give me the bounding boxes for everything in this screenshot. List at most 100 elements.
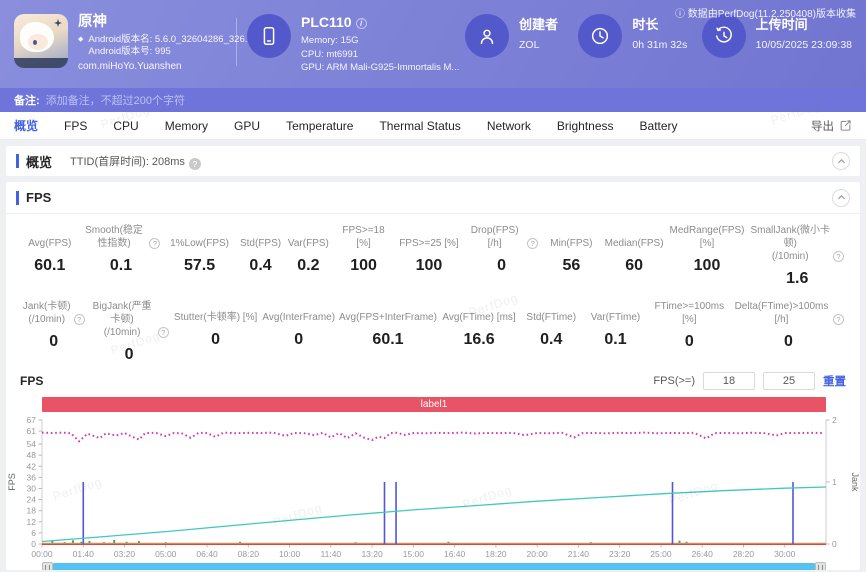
tab-gpu[interactable]: GPU (234, 119, 260, 133)
svg-text:03:20: 03:20 (114, 549, 136, 559)
scrollbar-track[interactable] (53, 563, 815, 570)
tab-概览[interactable]: 概览 (14, 117, 38, 134)
report-header: 原神 ◆ Android版本名: 5.6.0_32604286_326... A… (0, 0, 866, 88)
svg-text:FPS: FPS (7, 473, 17, 491)
svg-text:30:00: 30:00 (774, 549, 796, 559)
stat-var-ftime: Var(FTime) 0.1 (583, 300, 647, 364)
stat-std-fps: Std(FPS) 0.4 (237, 224, 285, 288)
stat-value: 16.6 (463, 331, 495, 348)
svg-text:23:20: 23:20 (609, 549, 631, 559)
stat-value: 0 (124, 346, 134, 363)
tab-battery[interactable]: Battery (640, 119, 678, 133)
svg-text:42: 42 (27, 461, 37, 471)
fps-section-title: FPS (26, 190, 52, 205)
device-info-icon[interactable]: i (355, 17, 367, 29)
svg-text:67: 67 (27, 415, 37, 425)
stat-label: Avg(FTime) [ms] (442, 312, 516, 323)
stat-value: 0.4 (249, 257, 272, 274)
help-icon[interactable]: ? (157, 327, 169, 338)
export-button[interactable]: 导出 (811, 118, 852, 134)
stat-label: 1%Low(FPS) (170, 238, 229, 249)
stat-value: 100 (693, 257, 721, 274)
overview-collapse-button[interactable] (832, 152, 850, 170)
stat-avg-ftime-ms: Avg(FTime) [ms] 16.6 (439, 300, 519, 364)
stat-label: Avg(InterFrame) (262, 312, 336, 323)
app-name: 原神 (78, 14, 107, 30)
tab-memory[interactable]: Memory (165, 119, 208, 133)
stat-avg-fps-interframe: Avg(FPS+InterFrame) 60.1 (337, 300, 439, 364)
section-accent-bar (16, 190, 19, 205)
stat-label: FTime>=100ms [%] (654, 301, 725, 325)
app-package: com.miHoYo.Yuanshen (78, 61, 182, 72)
user-icon (465, 14, 509, 58)
remark-label: 备注: (14, 95, 40, 107)
section-accent-bar (16, 154, 19, 168)
stat-value: 0 (211, 331, 221, 348)
stat-value: 0 (294, 331, 304, 348)
svg-text:61: 61 (27, 426, 37, 436)
svg-text:18:20: 18:20 (485, 549, 507, 559)
tab-thermal-status[interactable]: Thermal Status (379, 119, 460, 133)
reset-button[interactable]: 重置 (823, 373, 846, 389)
remark-bar[interactable]: 备注: 添加备注，不超过200个字符 (0, 88, 866, 112)
stat-label: Delta(FTime)>100ms [/h]? (733, 300, 844, 326)
stat-label: Var(FPS) (287, 238, 329, 249)
svg-text:1: 1 (832, 477, 837, 487)
stat-ftime-100ms-%: FTime>=100ms [%] 0 (648, 300, 731, 364)
stat-std-ftime: Std(FTime) 0.4 (519, 300, 583, 364)
help-icon[interactable]: ? (833, 251, 845, 262)
fps-chart-plot[interactable]: 061218243036424854616701200:00 01:40 03:20… (6, 414, 860, 562)
chart-range-scrollbar[interactable] (42, 562, 826, 570)
android-version-name: Android版本名: 5.6.0_32604286_326... (88, 34, 253, 45)
svg-text:25:00: 25:00 (650, 549, 672, 559)
stat-avg-fps: Avg(FPS) 60.1 (20, 224, 80, 288)
stat-stutter-%: Stutter(卡顿率) [%] 0 (171, 300, 261, 364)
help-icon[interactable]: ? (833, 314, 844, 325)
scrollbar-right-handle[interactable] (815, 562, 826, 570)
stat-min-fps: Min(FPS) 56 (540, 224, 602, 288)
tab-cpu[interactable]: CPU (113, 119, 138, 133)
fps-threshold-controls: FPS(>=) 重置 (653, 372, 846, 390)
fps-collapse-button[interactable] (832, 188, 850, 207)
stat-value: 60 (625, 257, 643, 274)
stat-value: 60.1 (372, 331, 404, 348)
phone-icon (247, 14, 291, 58)
stat-label: FPS>=25 [%] (399, 238, 459, 249)
svg-text:15:00: 15:00 (403, 549, 425, 559)
tab-brightness[interactable]: Brightness (557, 119, 614, 133)
upload-block: 上传时间 10/05/2025 23:09:38 (701, 14, 852, 58)
stat-label: Std(FTime) (526, 312, 577, 323)
svg-text:13:20: 13:20 (361, 549, 383, 559)
help-icon[interactable]: ? (149, 238, 161, 249)
svg-text:21:40: 21:40 (568, 549, 590, 559)
stat-label: SmallJank(微小卡顿) (/10min)? (750, 224, 845, 263)
svg-text:Jank: Jank (850, 472, 860, 492)
device-info-block: PLC110 i Memory: 15G CPU: mt6991 GPU: ARM… (247, 14, 459, 75)
tab-temperature[interactable]: Temperature (286, 119, 353, 133)
help-icon[interactable]: ? (73, 314, 85, 325)
stat-value: 56 (562, 257, 581, 274)
stat-fps-18-%: FPS>=18 [%] 100 (332, 224, 394, 288)
svg-text:01:40: 01:40 (73, 549, 95, 559)
remark-placeholder: 添加备注，不超过200个字符 (45, 95, 186, 107)
scene-label-bar[interactable]: label1 (42, 397, 826, 412)
perfdog-version-info: ⓘ 数据由PerfDog(11.2.250408)版本收集 (675, 9, 856, 20)
stat-value: 57.5 (183, 257, 216, 274)
duration-block: 时长 0h 31m 32s (578, 14, 695, 58)
creator-value: ZOL (519, 39, 540, 51)
android-version-code: Android版本号: 995 (88, 46, 171, 57)
ttid-help-icon[interactable]: ? (188, 157, 201, 170)
svg-text:36: 36 (27, 472, 37, 482)
stat-drop-fps-h: Drop(FPS) [/h]? 0 (463, 224, 540, 288)
tab-network[interactable]: Network (487, 119, 531, 133)
stat-label: Avg(FPS) (28, 238, 72, 249)
fps-threshold-input-2[interactable] (763, 372, 815, 390)
tab-fps[interactable]: FPS (64, 119, 87, 133)
stat-label: BigJank(严重卡顿) (/10min)? (89, 300, 169, 339)
help-icon[interactable]: ? (527, 238, 539, 249)
stat-label: FPS>=18 [%] (342, 225, 385, 249)
svg-text:2: 2 (832, 415, 837, 425)
fps-threshold-input-1[interactable] (703, 372, 755, 390)
stat-value: 60.1 (34, 257, 66, 274)
scrollbar-left-handle[interactable] (42, 562, 53, 570)
